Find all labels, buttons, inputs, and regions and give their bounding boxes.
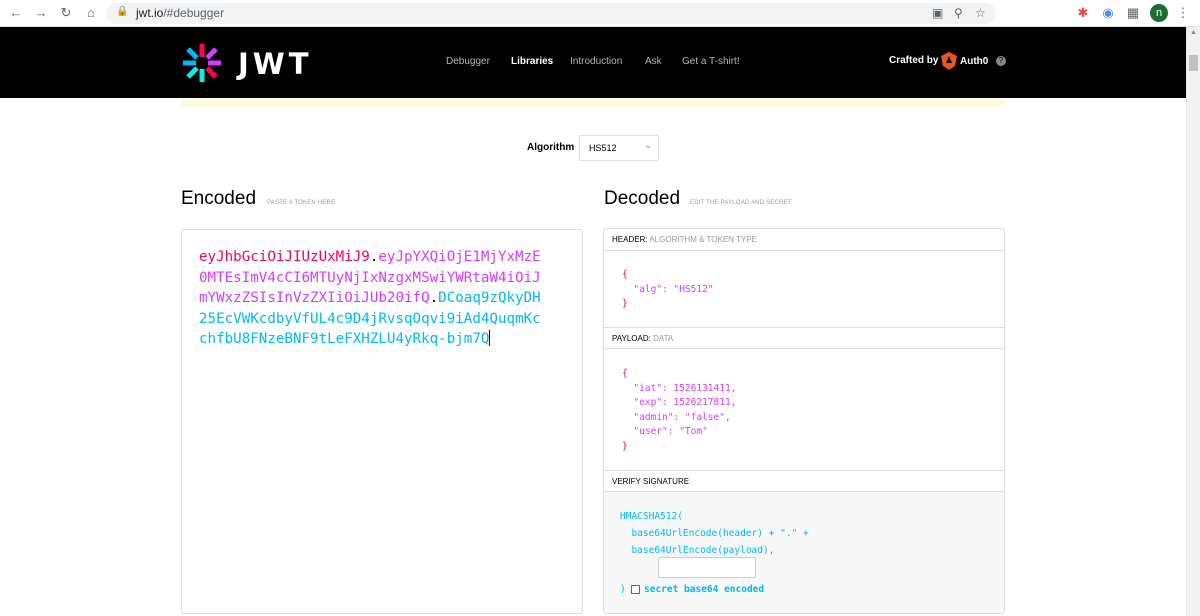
- token-payload-segment: eyJpYXQiOjE1MjYxMzE: [378, 249, 541, 265]
- decoded-subtitle: EDIT THE PAYLOAD AND SECRET: [690, 200, 792, 206]
- url-text[interactable]: jwt.io/#debugger: [136, 6, 224, 20]
- lock-icon: 🔒: [116, 6, 129, 17]
- extensions-puzzle-icon[interactable]: ▦: [1124, 4, 1142, 22]
- json-open-brace: {: [622, 269, 628, 280]
- jwt-logo-icon[interactable]: [181, 42, 223, 84]
- json-line: "alg": "HS512": [622, 283, 714, 295]
- json-line: "user": "Tom": [622, 426, 708, 437]
- browser-menu-icon[interactable]: ⋮: [1174, 4, 1192, 22]
- signature-section: HMACSHA512( base64UrlEncode(header) + ".…: [604, 492, 1004, 613]
- help-icon[interactable]: ?: [996, 56, 1006, 66]
- token-sig-segment: 25EcVWKcdbyVfUL4c9D4jRvsqOqvi9iAd4QuqmKc: [199, 310, 541, 327]
- decoded-title: Decoded: [604, 188, 681, 209]
- auth0-brand[interactable]: Auth0: [960, 56, 988, 67]
- payload-section-heading: PAYLOAD: DATA: [604, 327, 1004, 349]
- signature-section-heading: VERIFY SIGNATURE: [604, 470, 1004, 492]
- token-line: chfbU8FNzeBNF9tLeFXHZLU4yRkq-bjm7Q: [199, 329, 539, 350]
- algorithm-value: HS512: [589, 143, 617, 153]
- token-payload-segment: mYWxzZSIsInVzZXIiOiJUb20ifQ: [199, 290, 430, 307]
- header-section-label: HEADER:: [612, 235, 648, 244]
- payload-json-editor[interactable]: { "iat": 1526131411, "exp": 1526217811, …: [622, 367, 736, 454]
- header-json-editor[interactable]: { "alg": "HS512"}: [622, 268, 714, 312]
- nav-debugger[interactable]: Debugger: [446, 56, 490, 67]
- payload-section-sublabel: DATA: [653, 334, 674, 343]
- text-caret: [489, 330, 491, 347]
- payload-section-label: PAYLOAD:: [612, 334, 651, 343]
- encoded-token-text[interactable]: eyJhbGciOiJIUzUxMiJ9.eyJpYXQiOjE1MjYxMzE…: [199, 247, 541, 350]
- notice-banner: [181, 98, 1005, 107]
- forward-icon[interactable]: →: [31, 4, 51, 22]
- page-scrollbar[interactable]: ▲: [1186, 27, 1200, 616]
- profile-avatar[interactable]: n: [1150, 4, 1168, 22]
- extension-jwt-icon[interactable]: ✱: [1074, 4, 1092, 22]
- scroll-up-icon[interactable]: ▲: [1190, 29, 1197, 36]
- token-line: 25EcVWKcdbyVfUL4c9D4jRvsqOqvi9iAd4QuqmKc: [199, 309, 541, 330]
- token-line: eyJhbGciOiJIUzUxMiJ9.eyJpYXQiOjE1MjYxMzE: [199, 247, 541, 268]
- nav-tshirt[interactable]: Get a T-shirt!: [682, 56, 740, 67]
- json-line: "exp": 1526217811,: [622, 397, 737, 408]
- algorithm-select[interactable]: HS512 ⌄: [579, 135, 659, 161]
- json-line: "iat": 1526131411,: [622, 382, 737, 394]
- base64-encoded-checkbox[interactable]: [631, 585, 640, 594]
- signature-code-line: base64UrlEncode(header) + "." +: [620, 528, 809, 539]
- algorithm-label: Algorithm: [527, 142, 575, 153]
- decoded-panel: HEADER: ALGORITHM & TOKEN TYPE { "alg": …: [603, 228, 1005, 614]
- json-close-brace: }: [622, 440, 628, 452]
- auth0-logo-icon[interactable]: [941, 52, 957, 70]
- secret-input[interactable]: [658, 557, 756, 578]
- base64-encoded-label[interactable]: secret base64 encoded: [644, 584, 764, 595]
- nav-libraries[interactable]: Libraries: [511, 56, 553, 67]
- back-icon[interactable]: ←: [6, 4, 26, 22]
- home-icon[interactable]: ⌂: [81, 4, 101, 22]
- token-payload-segment: 0MTEsImV4cCI6MTUyNjIxNzgxMSwiYWRtaW4iOiJ: [199, 269, 541, 286]
- header-section-heading: HEADER: ALGORITHM & TOKEN TYPE: [604, 229, 1004, 251]
- chevron-down-icon: ⌄: [644, 140, 653, 151]
- token-sig-segment: DCoaq9zQkyDH: [438, 290, 541, 307]
- translate-icon[interactable]: ▣: [932, 6, 943, 20]
- token-line: 0MTEsImV4cCI6MTUyNjIxNzgxMSwiYWRtaW4iOiJ: [199, 268, 541, 289]
- scrollbar-thumb[interactable]: [1189, 55, 1198, 71]
- browser-toolbar: ← → ↻ ⌂ 🔒 jwt.io/#debugger ▣ ⚲ ☆ ✱ ◉ ▦ n…: [0, 0, 1200, 27]
- signature-close-paren: ): [620, 584, 626, 595]
- logo-wordmark[interactable]: JWT: [238, 47, 313, 81]
- address-bar[interactable]: 🔒 jwt.io/#debugger ▣ ⚲ ☆: [106, 3, 996, 24]
- nav-ask[interactable]: Ask: [645, 56, 662, 67]
- signature-section-label: VERIFY SIGNATURE: [612, 477, 690, 486]
- reload-icon[interactable]: ↻: [56, 4, 76, 22]
- zoom-icon[interactable]: ⚲: [954, 6, 963, 20]
- json-close-brace: }: [622, 298, 628, 309]
- signature-code: HMACSHA512( base64UrlEncode(header) + ".…: [620, 508, 809, 559]
- token-sig-segment: chfbU8FNzeBNF9tLeFXHZLU4yRkq-bjm7Q: [199, 331, 490, 348]
- site-header: JWT Debugger Libraries Introduction Ask …: [0, 27, 1186, 98]
- encoded-token-editor[interactable]: eyJhbGciOiJIUzUxMiJ9.eyJpYXQiOjE1MjYxMzE…: [181, 229, 583, 614]
- signature-code-line: HMACSHA512(: [620, 511, 683, 522]
- encoded-title: Encoded: [181, 188, 257, 209]
- token-header-segment: eyJhbGciOiJIUzUxMiJ9: [199, 249, 370, 265]
- json-open-brace: {: [622, 368, 628, 379]
- token-dot-segment: .: [429, 290, 439, 307]
- token-line: mYWxzZSIsInVzZXIiOiJUb20ifQ.DCoaq9zQkyDH: [199, 288, 541, 309]
- bookmark-star-icon[interactable]: ☆: [975, 6, 986, 20]
- json-line: "admin": "false",: [622, 411, 731, 423]
- encoded-subtitle: PASTE A TOKEN HERE: [267, 200, 336, 206]
- extension-search-icon[interactable]: ◉: [1099, 4, 1117, 22]
- nav-introduction[interactable]: Introduction: [570, 56, 622, 67]
- header-section-sublabel: ALGORITHM & TOKEN TYPE: [649, 235, 757, 244]
- crafted-by-label: Crafted by: [889, 55, 939, 66]
